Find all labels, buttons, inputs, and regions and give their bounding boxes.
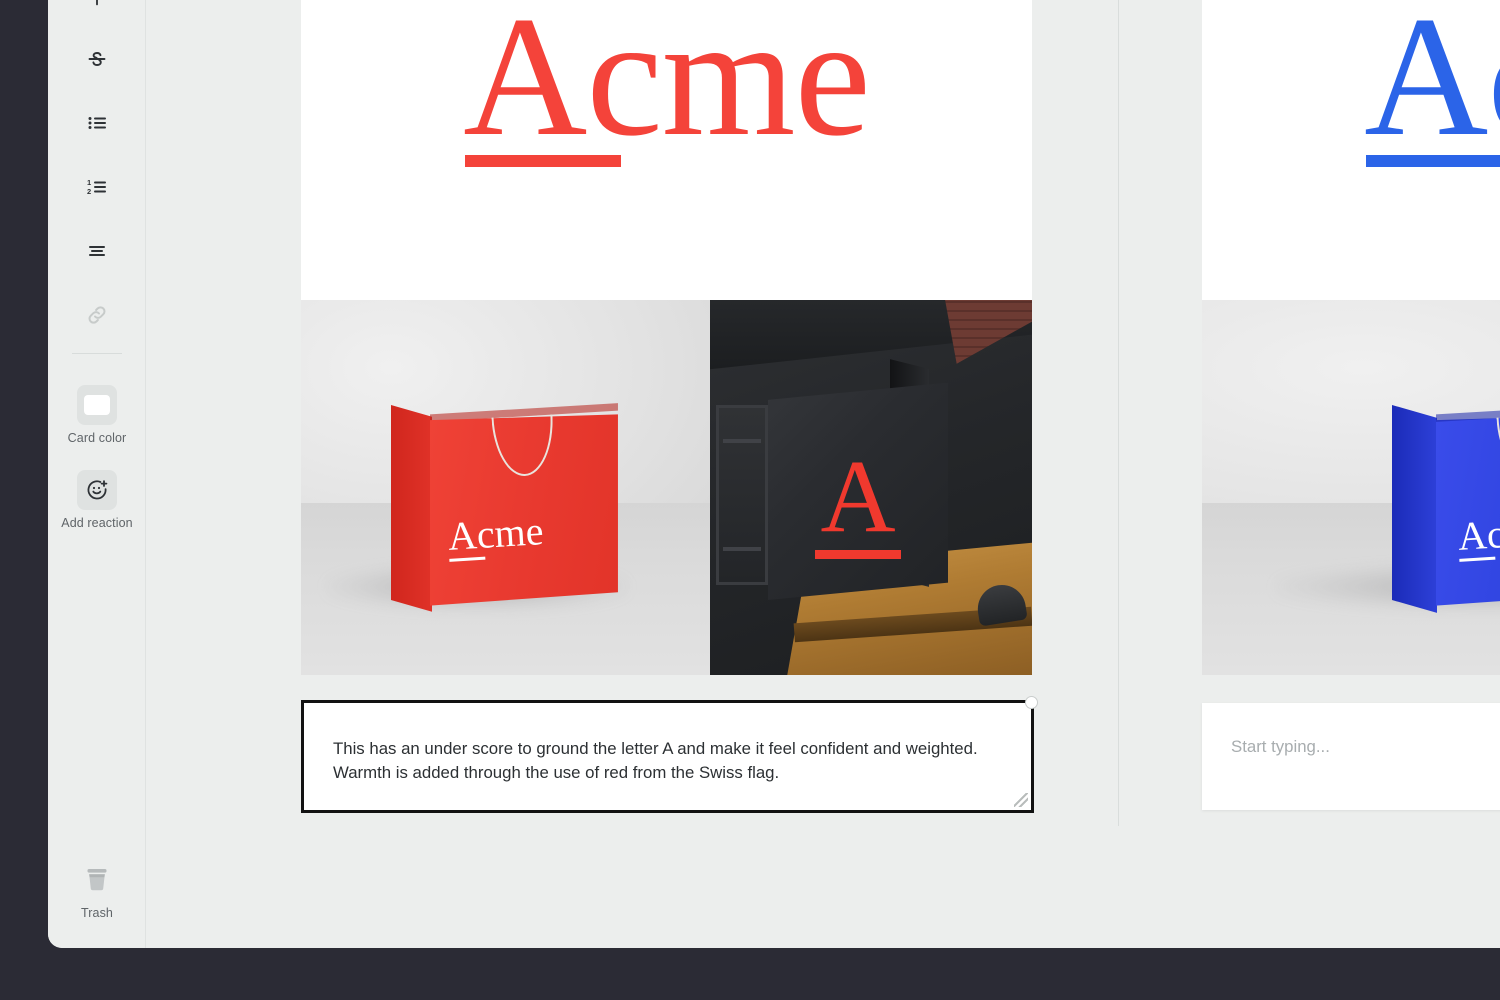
toolbar-clipped-top-button[interactable] bbox=[48, 0, 146, 8]
add-reaction-button[interactable]: Add reaction bbox=[48, 470, 146, 530]
link-button[interactable] bbox=[48, 295, 146, 335]
trash-icon-wrap bbox=[77, 860, 117, 900]
trash-label: Trash bbox=[81, 906, 113, 920]
card-blue[interactable]: Acme Acme bbox=[1202, 0, 1500, 675]
card-note-textarea-blue[interactable]: Start typing... bbox=[1202, 703, 1500, 810]
link-icon bbox=[88, 306, 106, 324]
smiley-plus-icon bbox=[87, 480, 108, 500]
sign-face-panel: A bbox=[767, 382, 949, 600]
card-note-placeholder: Start typing... bbox=[1231, 737, 1330, 756]
strikethrough-icon bbox=[88, 52, 106, 66]
acme-logo-underscore bbox=[1366, 155, 1500, 168]
toolbar-divider bbox=[72, 353, 122, 354]
strikethrough-icon-wrap bbox=[77, 39, 117, 79]
board-canvas[interactable]: Acme Acme A A Acme This has an under sco… bbox=[147, 0, 1500, 948]
bulleted-list-icon-wrap bbox=[77, 103, 117, 143]
numbered-list-button[interactable]: 1 2 bbox=[48, 167, 146, 207]
numbered-list-icon-wrap: 1 2 bbox=[77, 167, 117, 207]
app-window: 1 2 Card color Add reaction Trash Acme A… bbox=[48, 0, 1500, 948]
card-color-button[interactable]: Card color bbox=[48, 385, 146, 445]
bag-wordmark: Acme bbox=[446, 507, 545, 562]
bag-wordmark-text: Acme bbox=[1456, 507, 1500, 559]
acme-logo-red: Acme bbox=[463, 0, 871, 175]
acme-logo-text: Acme bbox=[1364, 0, 1500, 172]
card-color-swatch-wrap bbox=[77, 385, 117, 425]
card-logo-panel: Acme bbox=[301, 0, 1032, 300]
align-text-icon bbox=[89, 246, 105, 256]
trash-button[interactable]: Trash bbox=[48, 860, 146, 920]
add-reaction-icon-wrap bbox=[77, 470, 117, 510]
acme-logo-blue: Acme bbox=[1364, 0, 1500, 175]
align-text-button[interactable] bbox=[48, 231, 146, 271]
trash-icon bbox=[87, 869, 107, 891]
bag-wordmark: Acme bbox=[1456, 507, 1500, 562]
sign-letter-text: A bbox=[820, 438, 896, 554]
bulleted-list-button[interactable] bbox=[48, 103, 146, 143]
card-media-row: Acme A bbox=[301, 300, 1032, 675]
card-note-text: This has an under score to ground the le… bbox=[333, 739, 978, 783]
bulleted-list-icon bbox=[88, 117, 106, 129]
acme-logo-text: Acme bbox=[463, 0, 871, 172]
svg-text:2: 2 bbox=[87, 187, 91, 196]
numbered-list-icon: 1 2 bbox=[87, 178, 106, 196]
column-divider bbox=[1118, 0, 1119, 826]
storefront-sign-photo[interactable]: A bbox=[710, 300, 1032, 675]
resize-handle-dot[interactable] bbox=[1025, 696, 1038, 709]
card-red[interactable]: Acme Acme A bbox=[301, 0, 1032, 675]
acme-logo-underscore bbox=[465, 155, 622, 168]
red-shopping-bag-photo[interactable]: Acme bbox=[301, 300, 710, 675]
text-format-icon bbox=[96, 0, 98, 6]
card-note-textarea-red[interactable]: This has an under score to ground the le… bbox=[301, 696, 1038, 813]
card-logo-panel: Acme bbox=[1202, 0, 1500, 300]
bag-wordmark-text: Acme bbox=[446, 507, 545, 559]
resize-grip-icon[interactable] bbox=[1014, 793, 1028, 807]
add-reaction-label: Add reaction bbox=[61, 516, 133, 530]
card-color-label: Card color bbox=[67, 431, 127, 445]
bag-side-panel bbox=[1392, 405, 1438, 613]
formatting-toolbar: 1 2 Card color Add reaction Trash bbox=[48, 0, 146, 948]
sign-letter-a: A bbox=[815, 444, 902, 559]
svg-text:1: 1 bbox=[87, 178, 91, 187]
bag-side-panel bbox=[390, 405, 432, 612]
card-color-swatch bbox=[84, 395, 110, 415]
strikethrough-button[interactable] bbox=[48, 39, 146, 79]
store-sign-bracket bbox=[716, 405, 768, 585]
link-icon-wrap bbox=[77, 295, 117, 335]
align-text-icon-wrap bbox=[77, 231, 117, 271]
bag-front-panel bbox=[1435, 414, 1500, 606]
blue-shopping-bag-photo[interactable]: Acme bbox=[1202, 300, 1500, 675]
card-media-row: Acme bbox=[1202, 300, 1500, 675]
